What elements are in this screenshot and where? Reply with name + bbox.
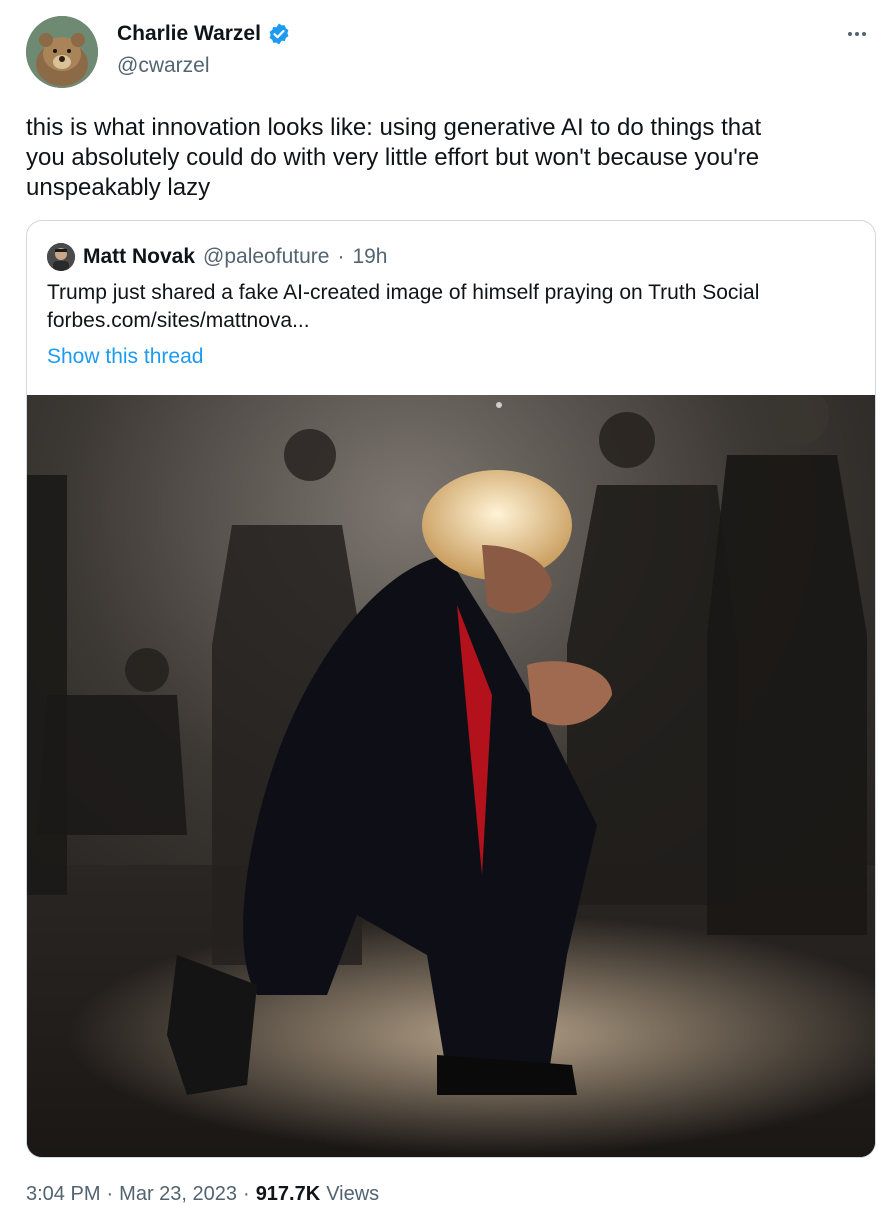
author-name-row: Charlie Warzel [117,22,291,46]
meta-separator: · [106,1183,114,1205]
quoted-author-name[interactable]: Matt Novak [83,245,195,269]
tweet-meta: 3:04 PM · Mar 23, 2023 · 917.7K Views [26,1183,379,1206]
more-options-icon[interactable] [842,22,872,46]
views-count: 917.7K [255,1183,321,1205]
tweet-text: this is what innovation looks like: usin… [26,114,762,201]
views-label: Views [326,1183,380,1205]
quoted-tweet-body: Trump just shared a fake AI-created imag… [47,279,857,335]
quoted-tweet-text: Trump just shared a fake AI-created imag… [47,281,760,304]
quoted-separator: · [337,245,345,268]
author-handle[interactable]: @cwarzel [117,54,210,78]
quoted-tweet-link[interactable]: forbes.com/sites/mattnova... [47,307,857,335]
quoted-age[interactable]: 19h [352,245,387,269]
meta-separator: · [243,1183,250,1205]
quoted-author-handle[interactable]: @paleofuture [203,245,329,269]
quoted-media-image[interactable] [27,395,875,1157]
author-name[interactable]: Charlie Warzel [117,22,261,46]
quoted-tweet[interactable]: Matt Novak @paleofuture · 19h Trump just… [26,220,876,1158]
quoted-tweet-header: Matt Novak @paleofuture · 19h [47,243,387,271]
bear-avatar-image [26,16,98,88]
author-avatar[interactable] [26,16,98,88]
tweet-date[interactable]: Mar 23, 2023 [119,1183,237,1206]
verified-badge-icon[interactable] [267,22,291,46]
tweet-time[interactable]: 3:04 PM [26,1183,100,1206]
show-thread-link[interactable]: Show this thread [47,345,203,369]
tweet-card: Charlie Warzel @cwarzel this is what inn… [0,0,894,1230]
quoted-author-avatar[interactable] [47,243,75,271]
